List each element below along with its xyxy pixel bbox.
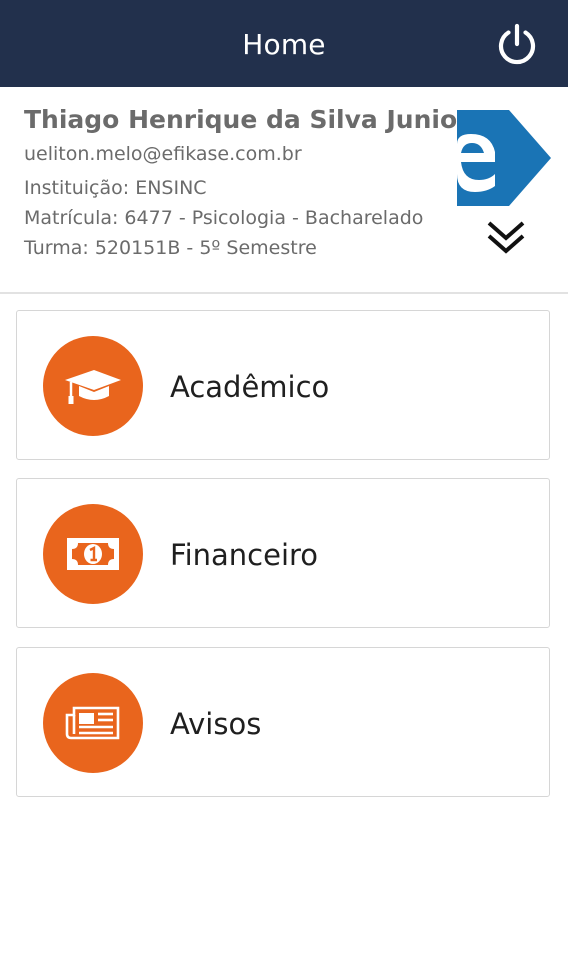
student-institution: Instituição: ENSINC — [24, 177, 207, 199]
app-header: Home — [0, 0, 568, 87]
menu-icon-circle — [43, 673, 143, 773]
menu-card-academico[interactable]: Acadêmico — [16, 310, 550, 460]
double-chevron-down-icon — [487, 221, 525, 254]
power-icon — [498, 23, 536, 65]
logout-button[interactable] — [494, 22, 540, 68]
student-class: Turma: 520151B - 5º Semestre — [24, 237, 317, 259]
menu-card-avisos[interactable]: Avisos — [16, 647, 550, 797]
app-screen: Home Thiago Henrique da Silva Junior uel… — [0, 0, 568, 969]
menu-label: Financeiro — [170, 538, 319, 572]
menu-card-financeiro[interactable]: Financeiro — [16, 478, 550, 628]
student-enrollment: Matrícula: 6477 - Psicologia - Bacharela… — [24, 207, 424, 229]
profile-panel: Thiago Henrique da Silva Junior ueliton.… — [0, 87, 568, 294]
efikase-logo — [457, 108, 553, 208]
student-name: Thiago Henrique da Silva Junior — [24, 105, 470, 134]
menu-label: Avisos — [170, 707, 262, 741]
page-title: Home — [242, 28, 326, 61]
expand-profile-button[interactable] — [484, 217, 528, 257]
menu-icon-circle — [43, 504, 143, 604]
banknote-icon — [67, 538, 119, 570]
menu-label: Acadêmico — [170, 370, 330, 404]
graduation-cap-icon — [65, 370, 121, 404]
student-email: ueliton.melo@efikase.com.br — [24, 143, 302, 165]
newspaper-icon — [65, 706, 120, 740]
menu-icon-circle — [43, 336, 143, 436]
